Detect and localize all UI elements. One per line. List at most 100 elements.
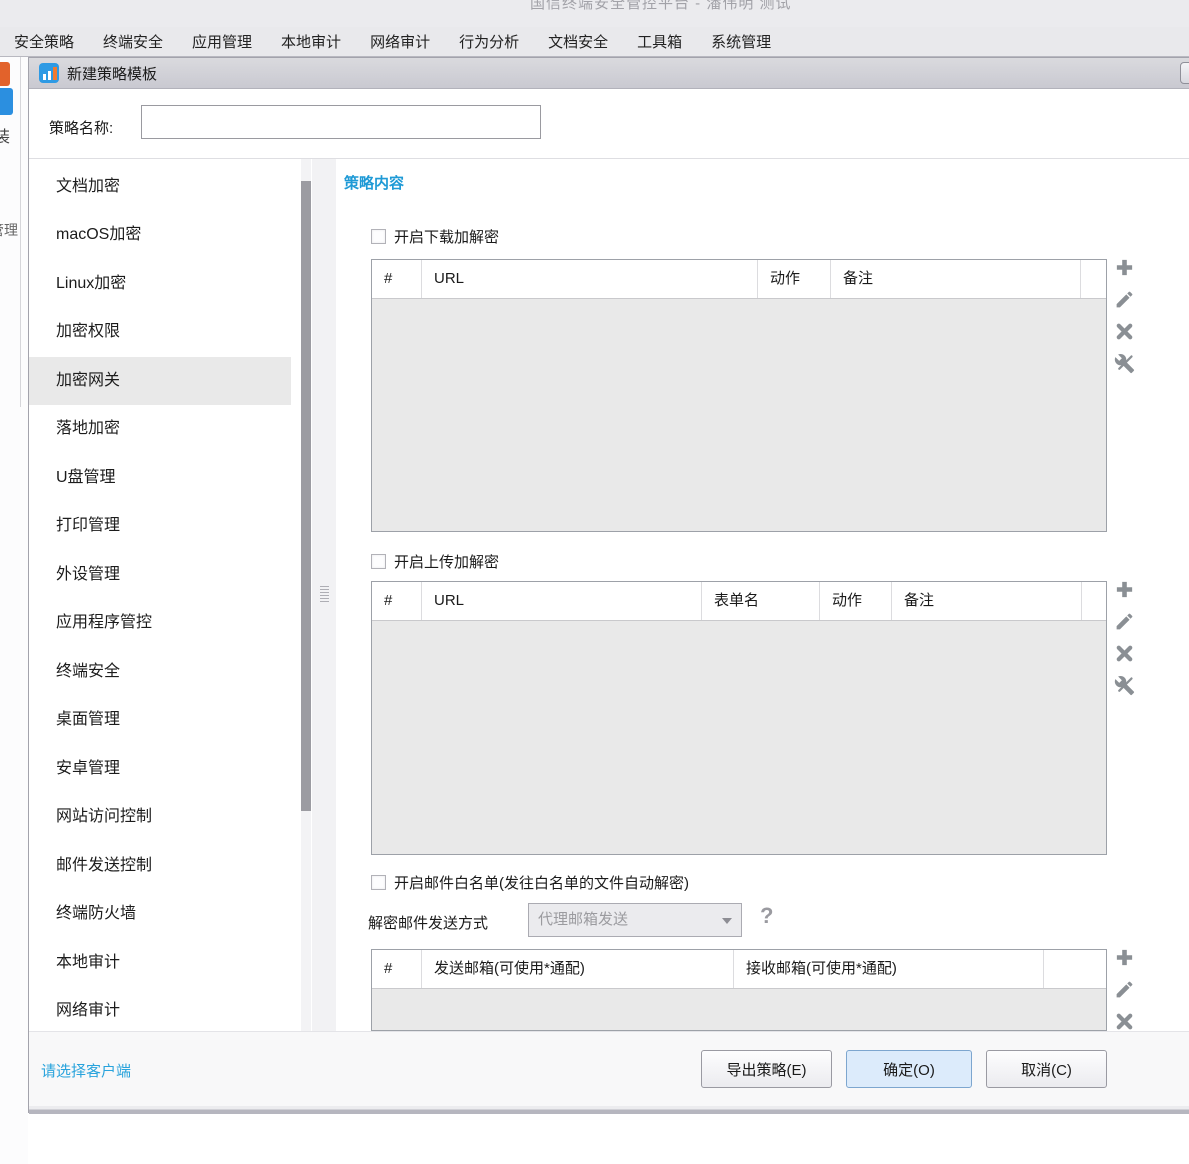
sidebar-item[interactable]: 终端安全	[29, 648, 291, 696]
policy-name-label: 策略名称:	[49, 117, 113, 138]
sidebar-item[interactable]: 网站访问控制	[29, 793, 291, 841]
dialog-title: 新建策略模板	[67, 63, 157, 84]
menu-system-management[interactable]: 系统管理	[711, 31, 771, 52]
cancel-button[interactable]: 取消(C)	[986, 1050, 1107, 1088]
sidebar-item[interactable]: U盘管理	[29, 454, 291, 502]
menu-behavior-analysis[interactable]: 行为分析	[459, 31, 519, 52]
background-window-fragments: 装 管理	[0, 57, 28, 1164]
table-header-row: # URL 表单名 动作 备注	[372, 582, 1106, 621]
delete-icon[interactable]	[1114, 1011, 1135, 1032]
delete-icon[interactable]	[1114, 643, 1135, 664]
sidebar-scrollbar-thumb[interactable]	[301, 181, 311, 811]
sidebar-item[interactable]: Linux加密	[29, 260, 291, 308]
select-client-link[interactable]: 请选择客户端	[41, 1060, 131, 1081]
sidebar-item[interactable]: 加密权限	[29, 308, 291, 356]
sidebar-item[interactable]: 邮件发送控制	[29, 842, 291, 890]
mail-whitelist-label: 开启邮件白名单(发往白名单的文件自动解密)	[394, 872, 689, 893]
download-table-tools	[1114, 257, 1138, 385]
sidebar-item[interactable]: macOS加密	[29, 211, 291, 259]
sidebar-item[interactable]: 终端防火墙	[29, 890, 291, 938]
col-index: #	[372, 582, 422, 620]
menu-app-management[interactable]: 应用管理	[192, 31, 252, 52]
download-url-table[interactable]: # URL 动作 备注	[371, 259, 1107, 532]
add-icon[interactable]	[1114, 579, 1135, 600]
upload-url-table[interactable]: # URL 表单名 动作 备注	[371, 581, 1107, 855]
delete-icon[interactable]	[1114, 321, 1135, 342]
dialog-footer: 请选择客户端 导出策略(E) 确定(O) 取消(C)	[29, 1031, 1189, 1106]
screen: 国信终端安全管控平台 - 潘伟明 测试 安全策略 终端安全 应用管理 本地审计 …	[0, 0, 1189, 1164]
bar-chart-icon	[39, 63, 59, 83]
splitter-handle-icon[interactable]	[320, 586, 329, 603]
download-encrypt-checkbox-row: 开启下载加解密	[371, 226, 499, 247]
content-header: 策略内容	[344, 172, 404, 193]
download-encrypt-label: 开启下载加解密	[394, 226, 499, 247]
table-header-row: # 发送邮箱(可使用*通配) 接收邮箱(可使用*通配)	[372, 950, 1106, 989]
chevron-down-icon	[722, 918, 732, 924]
sidebar-item[interactable]: 外设管理	[29, 551, 291, 599]
app-title: 国信终端安全管控平台 - 潘伟明 测试	[530, 0, 792, 13]
category-sidebar: 文档加密 macOS加密 Linux加密 加密权限 加密网关 落地加密 U盘管理…	[29, 159, 314, 1031]
col-blank	[1082, 582, 1106, 620]
edit-icon[interactable]	[1114, 289, 1135, 310]
col-index: #	[372, 950, 422, 988]
menu-security-policy[interactable]: 安全策略	[14, 31, 74, 52]
sidebar-item[interactable]: 安卓管理	[29, 745, 291, 793]
sidebar-item-selected[interactable]: 加密网关	[29, 357, 291, 405]
mail-whitelist-checkbox[interactable]	[371, 875, 386, 890]
col-url: URL	[422, 260, 758, 298]
mail-mode-select[interactable]: 代理邮箱发送	[528, 903, 742, 937]
menu-local-audit[interactable]: 本地审计	[281, 31, 341, 52]
close-button[interactable]	[1180, 62, 1189, 84]
dialog-bottom-edge	[29, 1106, 1189, 1114]
col-blank	[1081, 260, 1106, 298]
sidebar-item[interactable]: 桌面管理	[29, 696, 291, 744]
col-receiver: 接收邮箱(可使用*通配)	[734, 950, 1044, 988]
add-icon[interactable]	[1114, 947, 1135, 968]
sidebar-item[interactable]: 文档加密	[29, 163, 291, 211]
sidebar-item[interactable]: 落地加密	[29, 405, 291, 453]
sidebar-item[interactable]: 打印管理	[29, 502, 291, 550]
col-action: 动作	[820, 582, 892, 620]
help-icon[interactable]: ?	[760, 903, 773, 929]
sidebar-item[interactable]: 应用程序管控	[29, 599, 291, 647]
background-text-fragment: 管理	[0, 220, 18, 240]
edit-icon[interactable]	[1114, 979, 1135, 1000]
upload-encrypt-checkbox-row: 开启上传加解密	[371, 551, 499, 572]
mail-table-tools	[1114, 947, 1138, 1043]
main-menubar: 安全策略 终端安全 应用管理 本地审计 网络审计 行为分析 文档安全 工具箱 系…	[0, 27, 1189, 57]
col-form: 表单名	[702, 582, 820, 620]
col-url: URL	[422, 582, 702, 620]
background-text-fragment: 装	[0, 123, 10, 147]
export-policy-button[interactable]: 导出策略(E)	[701, 1050, 832, 1088]
sidebar-item[interactable]: 本地审计	[29, 939, 291, 987]
col-remark: 备注	[892, 582, 1082, 620]
upload-encrypt-label: 开启上传加解密	[394, 551, 499, 572]
background-titlebar: 国信终端安全管控平台 - 潘伟明 测试	[0, 0, 1189, 27]
edit-icon[interactable]	[1114, 611, 1135, 632]
upload-encrypt-checkbox[interactable]	[371, 554, 386, 569]
mail-mode-label: 解密邮件发送方式	[368, 912, 488, 933]
menu-terminal-security[interactable]: 终端安全	[103, 31, 163, 52]
mail-whitelist-table[interactable]: # 发送邮箱(可使用*通配) 接收邮箱(可使用*通配)	[371, 949, 1107, 1031]
col-sender: 发送邮箱(可使用*通配)	[422, 950, 734, 988]
sidebar-item[interactable]: 网络审计	[29, 987, 291, 1031]
mail-whitelist-checkbox-row: 开启邮件白名单(发往白名单的文件自动解密)	[371, 872, 689, 893]
col-remark: 备注	[831, 260, 1081, 298]
col-index: #	[372, 260, 422, 298]
menu-toolbox[interactable]: 工具箱	[637, 31, 682, 52]
add-icon[interactable]	[1114, 257, 1135, 278]
background-blue-icon	[0, 88, 13, 115]
ok-button[interactable]: 确定(O)	[846, 1050, 972, 1088]
download-encrypt-checkbox[interactable]	[371, 229, 386, 244]
menu-network-audit[interactable]: 网络审计	[370, 31, 430, 52]
tools-icon[interactable]	[1114, 353, 1135, 374]
policy-name-input[interactable]	[141, 105, 541, 139]
table-header-row: # URL 动作 备注	[372, 260, 1106, 299]
col-action: 动作	[758, 260, 831, 298]
tools-icon[interactable]	[1114, 675, 1135, 696]
menu-document-security[interactable]: 文档安全	[548, 31, 608, 52]
new-policy-template-dialog: 新建策略模板 策略名称: 文档加密 macOS加密 Linux加密 加密权限 加…	[28, 57, 1189, 1113]
col-blank	[1044, 950, 1106, 988]
background-orange-icon	[0, 62, 10, 86]
dialog-titlebar[interactable]: 新建策略模板	[29, 58, 1189, 89]
